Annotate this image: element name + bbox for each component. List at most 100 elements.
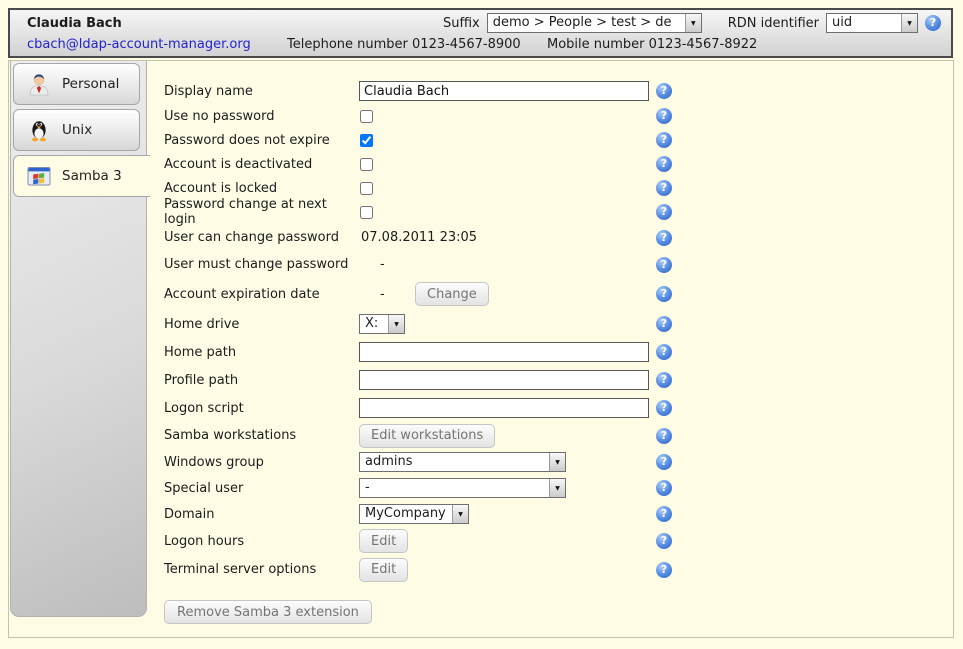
chevron-down-icon: ▼	[549, 453, 565, 471]
form-row-domain: Domain MyCompany ▼ ?	[164, 501, 694, 527]
help-icon[interactable]: ?	[656, 230, 672, 246]
edit-terminal-server-button[interactable]: Edit	[359, 558, 408, 582]
form-row-display-name: Display name ?	[164, 78, 694, 104]
help-icon[interactable]: ?	[925, 15, 941, 31]
header-row-bottom: cbach@ldap-account-manager.org Telephone…	[10, 36, 951, 56]
form-row-profile-path: Profile path ?	[164, 366, 694, 394]
field-label: Home path	[164, 345, 359, 360]
form-row-logon-hours: Logon hours Edit ?	[164, 527, 694, 555]
account-expiration-value: -	[359, 287, 415, 302]
telephone-text: Telephone number 0123-4567-8900	[287, 37, 521, 52]
form-row-account-expiration: Account expiration date - Change ?	[164, 278, 694, 310]
help-icon[interactable]: ?	[656, 533, 672, 549]
help-icon[interactable]: ?	[656, 108, 672, 124]
content-area: Personal Unix	[8, 60, 954, 638]
rdn-identifier-select[interactable]: uid ▼	[826, 13, 918, 33]
home-path-input[interactable]	[359, 342, 649, 362]
account-locked-checkbox[interactable]	[360, 182, 373, 195]
field-label: Logon script	[164, 401, 359, 416]
help-icon[interactable]: ?	[656, 454, 672, 470]
chevron-down-icon: ▼	[901, 14, 917, 32]
help-icon[interactable]: ?	[656, 180, 672, 196]
email-link[interactable]: cbach@ldap-account-manager.org	[27, 37, 251, 52]
help-icon[interactable]: ?	[656, 372, 672, 388]
must-change-password-value: -	[359, 257, 415, 272]
field-label: Account expiration date	[164, 287, 359, 302]
display-name-input[interactable]	[359, 81, 649, 101]
windows-group-select[interactable]: admins ▼	[359, 452, 566, 472]
domain-select[interactable]: MyCompany ▼	[359, 504, 469, 524]
form-row-samba-workstations: Samba workstations Edit workstations ?	[164, 422, 694, 449]
suffix-select[interactable]: demo > People > test > de ▼	[487, 13, 702, 33]
form-row-must-change-password: User must change password - ?	[164, 251, 694, 278]
form-row-terminal-server: Terminal server options Edit ?	[164, 555, 694, 584]
special-user-value: -	[360, 479, 549, 497]
form-row-can-change-password: User can change password 07.08.2011 23:0…	[164, 224, 694, 251]
logon-script-input[interactable]	[359, 398, 649, 418]
tab-personal[interactable]: Personal	[13, 63, 140, 105]
help-icon[interactable]: ?	[656, 506, 672, 522]
rdn-select-value: uid	[827, 14, 901, 32]
home-drive-value: X:	[360, 315, 388, 333]
tab-samba3[interactable]: Samba 3	[13, 155, 150, 197]
field-label: Display name	[164, 84, 359, 99]
help-icon[interactable]: ?	[656, 562, 672, 578]
tux-icon	[26, 117, 52, 143]
tab-label: Samba 3	[62, 168, 122, 184]
header-row-top: Claudia Bach Suffix demo > People > test…	[10, 10, 951, 36]
help-icon[interactable]: ?	[656, 156, 672, 172]
field-label: Account is locked	[164, 181, 359, 196]
field-label: Windows group	[164, 455, 359, 470]
mobile-text: Mobile number 0123-4567-8922	[547, 37, 757, 52]
suffix-select-value: demo > People > test > de	[488, 14, 685, 32]
field-label: Special user	[164, 481, 359, 496]
field-label: User can change password	[164, 230, 359, 245]
field-label: Domain	[164, 507, 359, 522]
password-change-date: 07.08.2011 23:05	[359, 230, 477, 245]
profile-path-input[interactable]	[359, 370, 649, 390]
field-label: Samba workstations	[164, 428, 359, 443]
tab-label: Unix	[62, 122, 92, 138]
password-change-next-login-checkbox[interactable]	[360, 206, 373, 219]
edit-logon-hours-button[interactable]: Edit	[359, 529, 408, 553]
help-icon[interactable]: ?	[656, 257, 672, 273]
field-label: User must change password	[164, 257, 359, 272]
help-icon[interactable]: ?	[656, 132, 672, 148]
edit-workstations-button[interactable]: Edit workstations	[359, 424, 495, 448]
tab-unix[interactable]: Unix	[13, 109, 140, 151]
field-label: Logon hours	[164, 534, 359, 549]
help-icon[interactable]: ?	[656, 344, 672, 360]
tab-label: Personal	[62, 76, 119, 92]
field-label: Password change at next login	[164, 197, 359, 227]
suffix-label: Suffix	[443, 16, 480, 31]
change-expiration-button[interactable]: Change	[415, 282, 489, 306]
help-icon[interactable]: ?	[656, 400, 672, 416]
help-icon[interactable]: ?	[656, 480, 672, 496]
form-row-password-no-expire: Password does not expire ?	[164, 128, 694, 152]
form-row-account-deactivated: Account is deactivated ?	[164, 152, 694, 176]
page-title: Claudia Bach	[27, 16, 122, 31]
help-icon[interactable]: ?	[656, 286, 672, 302]
chevron-down-icon: ▼	[452, 505, 468, 523]
domain-value: MyCompany	[360, 505, 452, 523]
remove-samba3-extension-button[interactable]: Remove Samba 3 extension	[164, 600, 372, 624]
account-header: Claudia Bach Suffix demo > People > test…	[8, 8, 953, 58]
sidebar: Personal Unix	[10, 61, 147, 617]
form-row-use-no-password: Use no password ?	[164, 104, 694, 128]
windows-group-value: admins	[360, 453, 549, 471]
account-deactivated-checkbox[interactable]	[360, 158, 373, 171]
field-label: Home drive	[164, 317, 359, 332]
person-icon	[26, 71, 52, 97]
help-icon[interactable]: ?	[656, 316, 672, 332]
password-does-not-expire-checkbox[interactable]	[360, 134, 373, 147]
rdn-identifier-label: RDN identifier	[728, 16, 819, 31]
help-icon[interactable]: ?	[656, 204, 672, 220]
use-no-password-checkbox[interactable]	[360, 110, 373, 123]
home-drive-select[interactable]: X: ▼	[359, 314, 405, 334]
windows-icon	[26, 163, 52, 189]
help-icon[interactable]: ?	[656, 428, 672, 444]
help-icon[interactable]: ?	[656, 83, 672, 99]
form-row-home-path: Home path ?	[164, 338, 694, 366]
special-user-select[interactable]: - ▼	[359, 478, 566, 498]
field-label: Profile path	[164, 373, 359, 388]
